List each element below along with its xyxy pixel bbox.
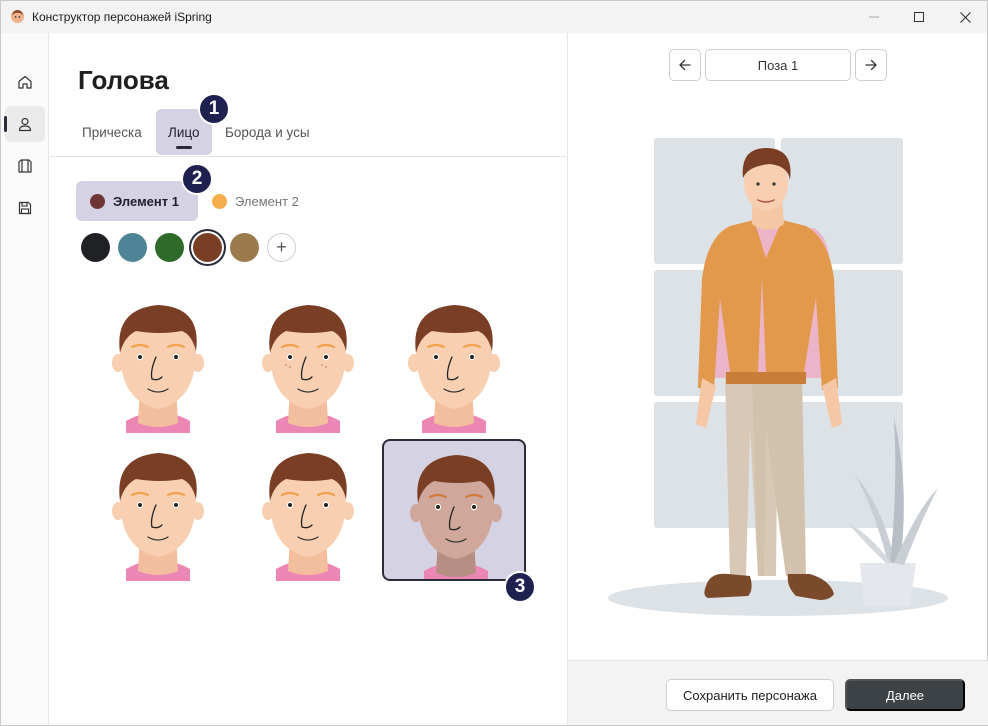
tab-hairstyle[interactable]: Прическа	[70, 109, 154, 155]
preview-panel: Поза 1 Сохранить персонажа Далее	[567, 33, 988, 725]
minimize-button[interactable]	[851, 1, 897, 33]
face-illustration	[262, 305, 354, 433]
face-option-5[interactable]	[236, 439, 380, 581]
pose-label: Поза 1	[705, 49, 851, 81]
shirt-icon	[18, 159, 32, 173]
swatch-teal[interactable]	[118, 233, 147, 262]
callout-badge-2: 2	[181, 163, 213, 195]
close-icon	[959, 11, 971, 23]
minimize-icon	[869, 16, 879, 18]
maximize-icon	[914, 12, 924, 22]
swatch-black[interactable]	[81, 233, 110, 262]
swatch-brown[interactable]	[193, 233, 222, 262]
face-illustration	[262, 453, 354, 581]
character-preview	[608, 138, 948, 616]
sidebar-item-clothes[interactable]	[5, 148, 45, 184]
tab-label: Лицо	[168, 124, 200, 140]
tabs-divider	[50, 156, 566, 157]
callout-badge-1: 1	[198, 93, 230, 125]
face-option-3[interactable]	[382, 291, 526, 433]
element-label: Элемент 2	[235, 193, 299, 209]
home-icon	[18, 75, 32, 89]
element-tab-2[interactable]: Элемент 2	[198, 181, 311, 221]
app-window: Конструктор персонажей iSpring Голова Пр…	[0, 0, 988, 726]
element-color-dot	[212, 193, 227, 209]
sidebar	[1, 33, 49, 725]
add-color-button[interactable]: +	[267, 233, 296, 262]
prev-pose-button[interactable]	[669, 49, 701, 81]
floppy-icon	[18, 201, 32, 215]
element-tab-1[interactable]: Элемент 1	[76, 181, 198, 221]
tab-label: Прическа	[82, 124, 142, 140]
sidebar-item-home[interactable]	[5, 64, 45, 100]
window-title: Конструктор персонажей iSpring	[32, 10, 212, 24]
face-illustration	[410, 455, 502, 579]
face-option-4[interactable]	[86, 439, 230, 581]
element-label: Элемент 1	[113, 193, 179, 209]
face-option-2[interactable]	[236, 291, 380, 433]
title-bar: Конструктор персонажей iSpring	[1, 1, 987, 33]
sidebar-item-character[interactable]	[4, 106, 45, 142]
arrow-left-icon	[679, 59, 691, 71]
face-illustration	[112, 453, 204, 581]
swatch-green[interactable]	[155, 233, 184, 262]
callout-badge-3: 3	[504, 571, 536, 603]
swatch-tan[interactable]	[230, 233, 259, 262]
sidebar-item-save[interactable]	[5, 190, 45, 226]
next-button[interactable]: Далее	[845, 679, 965, 711]
active-tab-indicator	[175, 146, 192, 149]
footer-bar: Сохранить персонажа Далее	[568, 660, 988, 725]
tab-beard[interactable]: Борода и усы	[213, 109, 322, 155]
face-option-6[interactable]	[382, 439, 526, 581]
page-title: Голова	[78, 65, 169, 95]
arrow-right-icon	[865, 59, 877, 71]
close-button[interactable]	[942, 1, 988, 33]
face-illustration	[408, 305, 500, 433]
app-logo-icon	[10, 9, 25, 24]
maximize-button[interactable]	[896, 1, 942, 33]
next-pose-button[interactable]	[855, 49, 887, 81]
face-illustration	[112, 305, 204, 433]
active-indicator	[4, 116, 7, 132]
element-color-dot	[90, 193, 105, 209]
tab-label: Борода и усы	[225, 124, 310, 140]
person-icon	[18, 117, 32, 132]
editor-panel: Голова Прическа Лицо Борода и усы 1 Элем…	[50, 33, 566, 725]
face-option-1[interactable]	[86, 291, 230, 433]
save-character-button[interactable]: Сохранить персонажа	[666, 679, 834, 711]
face-grid	[76, 291, 556, 591]
